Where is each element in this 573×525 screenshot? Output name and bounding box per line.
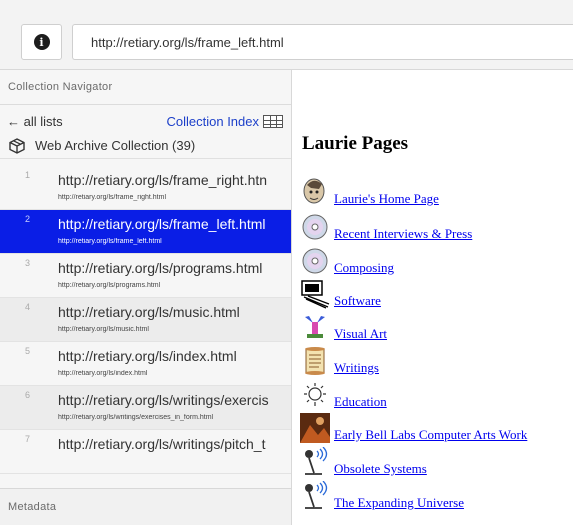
- page-link-visual-art[interactable]: Visual Art: [300, 312, 387, 342]
- item-subtitle: http://retiary.org/ls/writings/exercises…: [58, 414, 214, 421]
- item-title: http://retiary.org/ls/index.html: [58, 348, 237, 364]
- cd-icon: [300, 212, 330, 242]
- page-link-bell-labs[interactable]: Early Bell Labs Computer Arts Work: [300, 413, 527, 443]
- link-label[interactable]: Early Bell Labs Computer Arts Work: [334, 428, 527, 443]
- photo-icon: [300, 413, 330, 443]
- archived-page: Laurie Pages Laurie's Home Page Recent I…: [293, 70, 573, 525]
- collection-label: Web Archive Collection (39): [35, 138, 196, 153]
- item-subtitle: http://retiary.org/ls/frame_left.html: [58, 238, 162, 245]
- item-number: 5: [25, 346, 31, 356]
- list-item[interactable]: 6 http://retiary.org/ls/writings/exercis…: [0, 386, 291, 430]
- item-number: 2: [25, 214, 31, 224]
- page-link-obsolete-systems[interactable]: Obsolete Systems: [300, 447, 427, 477]
- info-button[interactable]: i: [21, 24, 62, 60]
- list-item[interactable]: 3 http://retiary.org/ls/programs.html ht…: [0, 254, 291, 298]
- lightbulb-icon: [300, 380, 330, 410]
- item-number: 3: [25, 258, 31, 268]
- sculpture-icon: [300, 312, 330, 342]
- item-title: http://retiary.org/ls/writings/exercis: [58, 392, 269, 408]
- link-label[interactable]: Laurie's Home Page: [334, 192, 439, 207]
- item-number: 4: [25, 302, 31, 312]
- portrait-icon: [300, 177, 330, 207]
- link-label[interactable]: The Expanding Universe: [334, 496, 464, 511]
- page-link-interviews[interactable]: Recent Interviews & Press: [300, 212, 472, 242]
- item-subtitle: http://retiary.org/ls/index.html: [58, 370, 148, 377]
- item-title: http://retiary.org/ls/music.html: [58, 304, 240, 320]
- microphone-icon: [300, 447, 330, 477]
- scroll-icon: [300, 346, 330, 376]
- collection-list: 1 http://retiary.org/ls/frame_right.htn …: [0, 166, 291, 474]
- collection-index-link[interactable]: Collection Index: [166, 113, 283, 129]
- page-link-writings[interactable]: Writings: [300, 346, 379, 376]
- metadata-title: Metadata: [8, 501, 57, 513]
- url-text: http://retiary.org/ls/frame_left.html: [91, 34, 284, 50]
- collection-sidebar: Collection Navigator ← all lists Collect…: [0, 70, 292, 525]
- link-label[interactable]: Education: [334, 395, 387, 410]
- page-link-composing[interactable]: Composing: [300, 246, 394, 276]
- page-link-education[interactable]: Education: [300, 380, 387, 410]
- table-grid-icon: [263, 114, 283, 128]
- link-label[interactable]: Recent Interviews & Press: [334, 227, 472, 242]
- item-subtitle: http://retiary.org/ls/music.html: [58, 326, 149, 333]
- nav-row: ← all lists Collection Index: [0, 109, 291, 133]
- navigator-title: Collection Navigator: [8, 81, 113, 93]
- list-item[interactable]: 4 http://retiary.org/ls/music.html http:…: [0, 298, 291, 342]
- item-subtitle: http://retiary.org/ls/programs.html: [58, 282, 161, 289]
- navigator-header: Collection Navigator: [0, 70, 291, 105]
- link-label[interactable]: Visual Art: [334, 327, 387, 342]
- metadata-header[interactable]: Metadata: [0, 488, 291, 525]
- link-label[interactable]: Software: [334, 294, 381, 309]
- link-label[interactable]: Writings: [334, 361, 379, 376]
- collection-header: Web Archive Collection (39): [0, 133, 291, 159]
- item-title: http://retiary.org/ls/programs.html: [58, 260, 263, 276]
- all-lists-link[interactable]: ← all lists: [7, 114, 63, 129]
- list-item-selected[interactable]: 2 http://retiary.org/ls/frame_left.html …: [0, 210, 291, 254]
- list-item[interactable]: 1 http://retiary.org/ls/frame_right.htn …: [0, 166, 291, 210]
- item-subtitle: http://retiary.org/ls/frame_right.html: [58, 194, 167, 201]
- info-icon: i: [33, 34, 50, 50]
- item-title: http://retiary.org/ls/writings/pitch_t: [58, 436, 266, 452]
- item-title: http://retiary.org/ls/frame_left.html: [58, 216, 266, 232]
- item-number: 1: [25, 170, 31, 180]
- computer-icon: [300, 279, 330, 309]
- cd-icon: [300, 246, 330, 276]
- page-link-home[interactable]: Laurie's Home Page: [300, 177, 439, 207]
- item-title: http://retiary.org/ls/frame_right.htn: [58, 172, 268, 188]
- page-link-expanding-universe[interactable]: The Expanding Universe: [300, 481, 464, 511]
- list-item[interactable]: 7 http://retiary.org/ls/writings/pitch_t: [0, 430, 291, 474]
- page-title: Laurie Pages: [302, 133, 409, 154]
- page-link-software[interactable]: Software: [300, 279, 381, 309]
- url-toolbar: i http://retiary.org/ls/frame_left.html: [0, 0, 573, 70]
- microphone-icon: [300, 481, 330, 511]
- collection-index-label: Collection Index: [166, 113, 260, 129]
- item-number: 7: [25, 434, 31, 444]
- list-item[interactable]: 5 http://retiary.org/ls/index.html http:…: [0, 342, 291, 386]
- archive-box-icon: [9, 137, 25, 154]
- link-label[interactable]: Obsolete Systems: [334, 462, 427, 477]
- url-field[interactable]: http://retiary.org/ls/frame_left.html: [72, 24, 573, 60]
- link-label[interactable]: Composing: [334, 261, 394, 276]
- item-number: 6: [25, 390, 31, 400]
